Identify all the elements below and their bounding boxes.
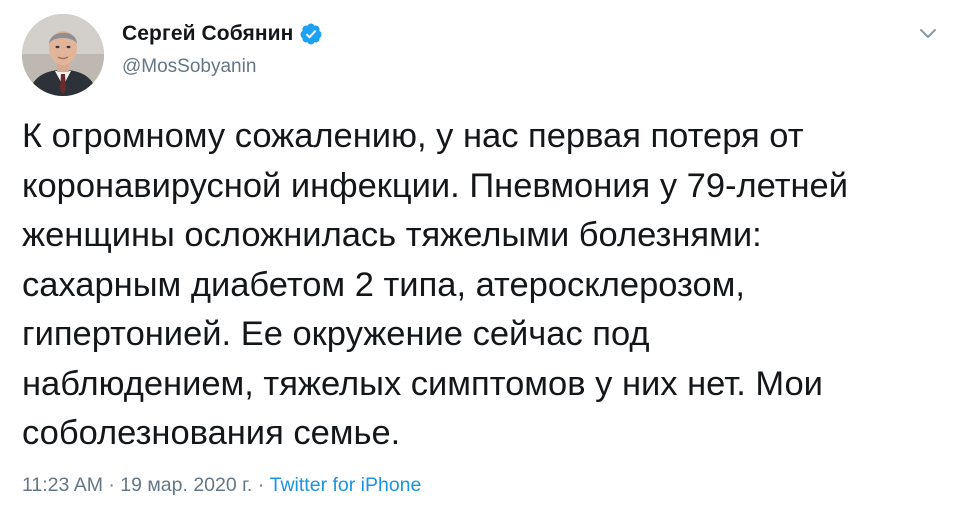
tweet-date[interactable]: 19 мар. 2020 г. [120,474,252,496]
author-handle[interactable]: @MosSobyanin [122,56,256,78]
tweet-text: К огромному сожалению, у нас первая поте… [22,117,849,452]
chevron-down-icon[interactable] [918,26,938,40]
avatar-image [22,14,104,96]
tweet-time[interactable]: 11:23 AM [22,474,103,496]
verified-badge-icon [300,23,322,45]
tweet-source-link[interactable]: Twitter for iPhone [270,474,422,496]
author-name-row: Сергей Собянин [122,22,323,46]
tweet-meta: 11:23 AM · 19 мар. 2020 г. · Twitter for… [22,474,421,497]
author-display-name[interactable]: Сергей Собянин [122,22,293,46]
avatar[interactable] [22,14,104,96]
meta-separator: · [257,474,265,496]
meta-separator: · [108,474,115,496]
tweet-card: Сергей Собянин @MosSobyanin К огромному … [0,0,960,523]
